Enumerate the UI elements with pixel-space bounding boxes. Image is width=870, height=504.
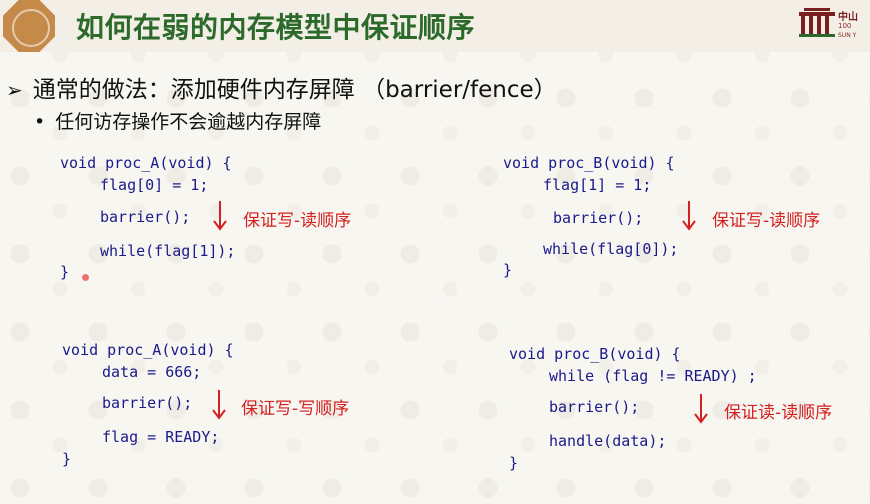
dot-bullet-icon: • bbox=[34, 111, 46, 133]
logo-text-name: 中山 bbox=[838, 12, 858, 23]
bullet-main-text: 通常的做法：添加硬件内存屏障 （barrier/fence） bbox=[32, 77, 557, 103]
laser-pointer-dot bbox=[82, 274, 89, 281]
code-line: } bbox=[60, 263, 70, 281]
code-line: void proc_A(void) { bbox=[62, 341, 234, 359]
order-label: 保证写-读顺序 bbox=[712, 211, 821, 231]
code-line: flag[0] = 1; bbox=[100, 176, 209, 194]
arrow-bullet-icon: ➢ bbox=[6, 78, 23, 102]
code-line: flag[1] = 1; bbox=[543, 176, 652, 194]
gate-icon bbox=[799, 8, 835, 37]
code-line: data = 666; bbox=[102, 363, 202, 381]
code-line: while(flag[0]); bbox=[543, 240, 679, 258]
order-label: 保证写-读顺序 bbox=[243, 211, 352, 231]
logo-text-year: 100 bbox=[838, 22, 852, 30]
code-line: barrier(); bbox=[549, 398, 640, 416]
emblem-icon bbox=[3, 0, 55, 52]
code-line: barrier(); bbox=[102, 394, 193, 412]
university-logo: 中山 100 SUN Y bbox=[798, 6, 870, 44]
slide: 如何在弱的内存模型中保证顺序 中山 100 SUN Y ➢ 通常的做法：添加硬件内… bbox=[0, 0, 870, 504]
code-line: void proc_A(void) { bbox=[60, 154, 232, 172]
code-line: void proc_B(void) { bbox=[503, 154, 675, 172]
code-line: while (flag != READY) ; bbox=[549, 367, 757, 385]
slide-title: 如何在弱的内存模型中保证顺序 bbox=[76, 11, 476, 44]
code-line: barrier(); bbox=[553, 209, 644, 227]
code-line: barrier(); bbox=[100, 208, 191, 226]
code-line: } bbox=[62, 450, 72, 468]
down-arrow-icon bbox=[682, 201, 696, 231]
order-label: 保证写-写顺序 bbox=[241, 399, 350, 419]
bullet-sub-text: 任何访存操作不会逾越内存屏障 bbox=[55, 111, 322, 133]
code-line: flag = READY; bbox=[102, 428, 220, 446]
code-line: void proc_B(void) { bbox=[509, 345, 681, 363]
code-line: } bbox=[503, 261, 513, 279]
bullet-sub: • 任何访存操作不会逾越内存屏障 bbox=[34, 107, 321, 134]
down-arrow-icon bbox=[212, 390, 226, 420]
order-label: 保证读-读顺序 bbox=[724, 403, 833, 423]
down-arrow-icon bbox=[694, 394, 708, 424]
logo-text-english: SUN Y bbox=[838, 32, 857, 39]
down-arrow-icon bbox=[213, 201, 227, 231]
code-line: while(flag[1]); bbox=[100, 242, 236, 260]
bullet-main: ➢ 通常的做法：添加硬件内存屏障 （barrier/fence） bbox=[6, 70, 557, 104]
code-line: } bbox=[509, 454, 519, 472]
code-line: handle(data); bbox=[549, 432, 667, 450]
